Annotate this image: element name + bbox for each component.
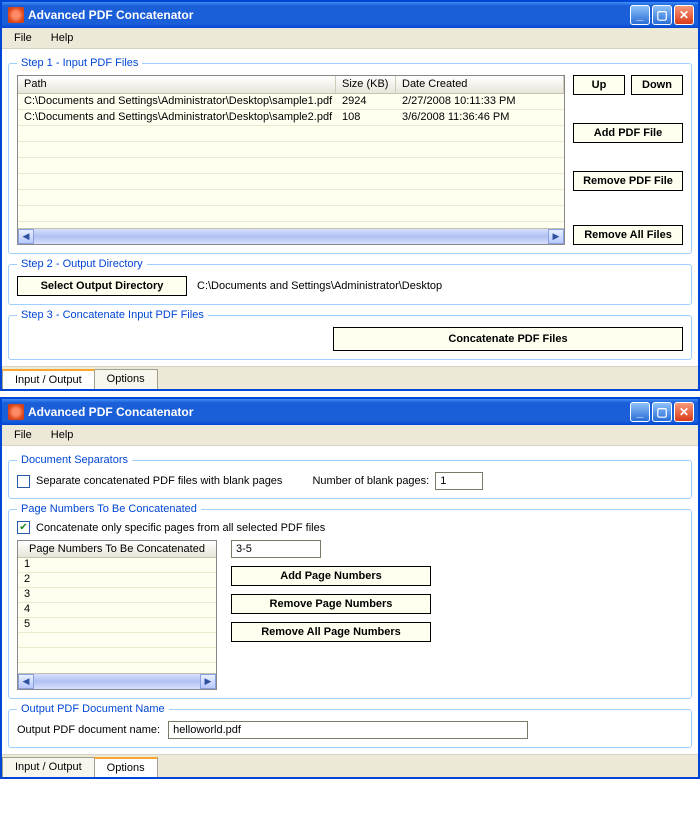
remove-pdf-button[interactable]: Remove PDF File xyxy=(573,171,683,191)
tab-input-output[interactable]: Input / Output xyxy=(2,369,95,389)
col-path[interactable]: Path xyxy=(18,76,336,93)
select-output-dir-button[interactable]: Select Output Directory xyxy=(17,276,187,296)
scroll-left-icon[interactable]: ◀ xyxy=(18,674,34,689)
menu-help[interactable]: Help xyxy=(43,427,82,443)
window-title: Advanced PDF Concatenator xyxy=(28,8,628,22)
output-name-label: Output PDF document name: xyxy=(17,724,160,736)
table-row[interactable]: C:\Documents and Settings\Administrator\… xyxy=(18,94,564,110)
window-title: Advanced PDF Concatenator xyxy=(28,405,628,419)
table-row xyxy=(18,190,564,206)
hscrollbar[interactable]: ◀ ▶ xyxy=(18,673,216,689)
cell-path: C:\Documents and Settings\Administrator\… xyxy=(18,110,336,125)
page-list-header[interactable]: Page Numbers To Be Concatenated xyxy=(18,541,216,558)
col-size[interactable]: Size (KB) xyxy=(336,76,396,93)
pdf-list[interactable]: Path Size (KB) Date Created C:\Documents… xyxy=(17,75,565,245)
pagenumbers-group: Page Numbers To Be Concatenated ✔ Concat… xyxy=(8,503,692,699)
add-pdf-button[interactable]: Add PDF File xyxy=(573,123,683,143)
step2-legend: Step 2 - Output Directory xyxy=(17,258,147,270)
table-row xyxy=(18,126,564,142)
list-body: C:\Documents and Settings\Administrator\… xyxy=(18,94,564,228)
step1-legend: Step 1 - Input PDF Files xyxy=(17,57,142,69)
tab-input-output[interactable]: Input / Output xyxy=(2,757,95,777)
maximize-button[interactable]: ▢ xyxy=(652,402,672,422)
output-name-legend: Output PDF Document Name xyxy=(17,703,169,715)
app-icon xyxy=(8,7,24,23)
cell-date: 3/6/2008 11:36:46 PM xyxy=(396,110,564,125)
step2-group: Step 2 - Output Directory Select Output … xyxy=(8,258,692,305)
list-item xyxy=(18,633,216,648)
content: Step 1 - Input PDF Files Path Size (KB) … xyxy=(2,49,698,366)
cell-date: 2/27/2008 10:11:33 PM xyxy=(396,94,564,109)
cell-path: C:\Documents and Settings\Administrator\… xyxy=(18,94,336,109)
titlebar[interactable]: Advanced PDF Concatenator _ ▢ ✕ xyxy=(2,399,698,425)
tab-options[interactable]: Options xyxy=(94,369,158,389)
table-row[interactable]: C:\Documents and Settings\Administrator\… xyxy=(18,110,564,126)
page-list[interactable]: Page Numbers To Be Concatenated 1 2 3 4 … xyxy=(17,540,217,690)
step1-group: Step 1 - Input PDF Files Path Size (KB) … xyxy=(8,57,692,254)
app-icon xyxy=(8,404,24,420)
menu-file[interactable]: File xyxy=(6,30,40,46)
list-header: Path Size (KB) Date Created xyxy=(18,76,564,94)
separate-checkbox[interactable] xyxy=(17,475,30,488)
window-io: Advanced PDF Concatenator _ ▢ ✕ File Hel… xyxy=(0,0,700,391)
list-item[interactable]: 2 xyxy=(18,573,216,588)
menu-help[interactable]: Help xyxy=(43,30,82,46)
scroll-track[interactable] xyxy=(34,674,200,689)
titlebar[interactable]: Advanced PDF Concatenator _ ▢ ✕ xyxy=(2,2,698,28)
tab-options[interactable]: Options xyxy=(94,757,158,777)
remove-all-page-numbers-button[interactable]: Remove All Page Numbers xyxy=(231,622,431,642)
list-item[interactable]: 4 xyxy=(18,603,216,618)
cell-size: 108 xyxy=(336,110,396,125)
page-range-input[interactable] xyxy=(231,540,321,558)
minimize-button[interactable]: _ xyxy=(630,402,650,422)
scroll-left-icon[interactable]: ◀ xyxy=(18,229,34,244)
separators-group: Document Separators Separate concatenate… xyxy=(8,454,692,499)
list-item xyxy=(18,648,216,663)
output-dir-path: C:\Documents and Settings\Administrator\… xyxy=(197,280,442,292)
num-blank-input[interactable] xyxy=(435,472,483,490)
cell-size: 2924 xyxy=(336,94,396,109)
col-date[interactable]: Date Created xyxy=(396,76,564,93)
concatenate-button[interactable]: Concatenate PDF Files xyxy=(333,327,683,351)
add-page-numbers-button[interactable]: Add Page Numbers xyxy=(231,566,431,586)
concat-specific-label: Concatenate only specific pages from all… xyxy=(36,522,325,534)
table-row xyxy=(18,174,564,190)
scroll-right-icon[interactable]: ▶ xyxy=(200,674,216,689)
content: Document Separators Separate concatenate… xyxy=(2,446,698,754)
menubar: File Help xyxy=(2,425,698,446)
minimize-button[interactable]: _ xyxy=(630,5,650,25)
tabbar: Input / Output Options xyxy=(2,754,698,777)
menu-file[interactable]: File xyxy=(6,427,40,443)
menubar: File Help xyxy=(2,28,698,49)
output-name-input[interactable] xyxy=(168,721,528,739)
list-item[interactable]: 1 xyxy=(18,558,216,573)
separators-legend: Document Separators xyxy=(17,454,132,466)
separate-label: Separate concatenated PDF files with bla… xyxy=(36,475,282,487)
table-row xyxy=(18,206,564,222)
table-row xyxy=(18,142,564,158)
list-item[interactable]: 3 xyxy=(18,588,216,603)
close-button[interactable]: ✕ xyxy=(674,5,694,25)
concat-specific-checkbox[interactable]: ✔ xyxy=(17,521,30,534)
table-row xyxy=(18,158,564,174)
remove-all-button[interactable]: Remove All Files xyxy=(573,225,683,245)
step3-group: Step 3 - Concatenate Input PDF Files Con… xyxy=(8,309,692,360)
list-item[interactable]: 5 xyxy=(18,618,216,633)
tabbar: Input / Output Options xyxy=(2,366,698,389)
side-buttons: Up Down Add PDF File Remove PDF File Rem… xyxy=(573,75,683,245)
scroll-right-icon[interactable]: ▶ xyxy=(548,229,564,244)
hscrollbar[interactable]: ◀ ▶ xyxy=(18,228,564,244)
scroll-track[interactable] xyxy=(34,229,548,244)
step3-legend: Step 3 - Concatenate Input PDF Files xyxy=(17,309,208,321)
up-button[interactable]: Up xyxy=(573,75,625,95)
output-name-group: Output PDF Document Name Output PDF docu… xyxy=(8,703,692,748)
window-options: Advanced PDF Concatenator _ ▢ ✕ File Hel… xyxy=(0,397,700,779)
down-button[interactable]: Down xyxy=(631,75,683,95)
num-blank-label: Number of blank pages: xyxy=(312,475,429,487)
close-button[interactable]: ✕ xyxy=(674,402,694,422)
remove-page-numbers-button[interactable]: Remove Page Numbers xyxy=(231,594,431,614)
maximize-button[interactable]: ▢ xyxy=(652,5,672,25)
pagenumbers-legend: Page Numbers To Be Concatenated xyxy=(17,503,201,515)
